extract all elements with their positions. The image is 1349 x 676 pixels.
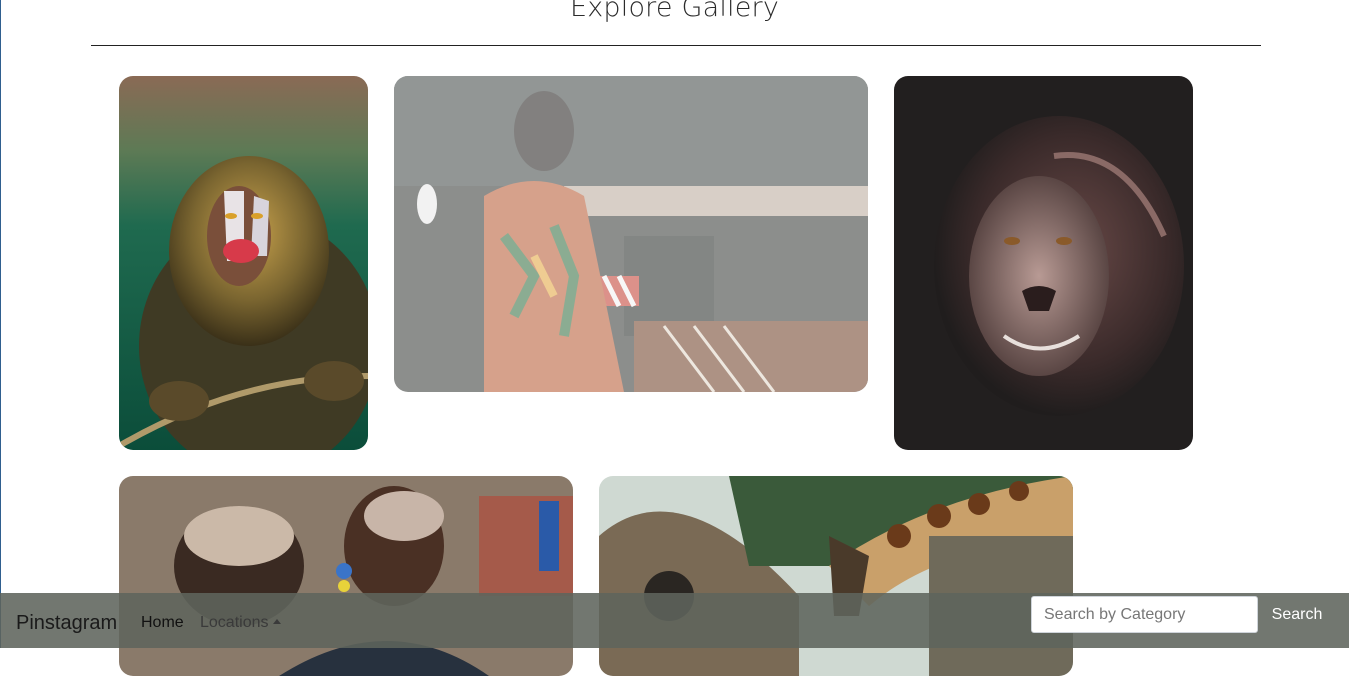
page-title: Explore Gallery (569, 0, 780, 23)
gallery-image-mandrill[interactable] (119, 76, 368, 450)
bottom-navbar: Pinstagram Home Locations Search (0, 593, 1349, 648)
nav-dropdown-locations[interactable]: Locations (200, 614, 281, 632)
nav-dropdown-locations-label: Locations (200, 614, 269, 631)
page-left-border (0, 0, 1, 648)
nav-link-home[interactable]: Home (141, 614, 184, 632)
gallery-image-musician[interactable] (394, 76, 868, 392)
caret-up-icon (272, 619, 281, 624)
title-divider (91, 45, 1261, 46)
search-button[interactable]: Search (1262, 596, 1332, 633)
navbar-brand[interactable]: Pinstagram (16, 612, 117, 635)
gallery-image-lion[interactable] (894, 76, 1193, 450)
search-input[interactable] (1031, 596, 1258, 633)
